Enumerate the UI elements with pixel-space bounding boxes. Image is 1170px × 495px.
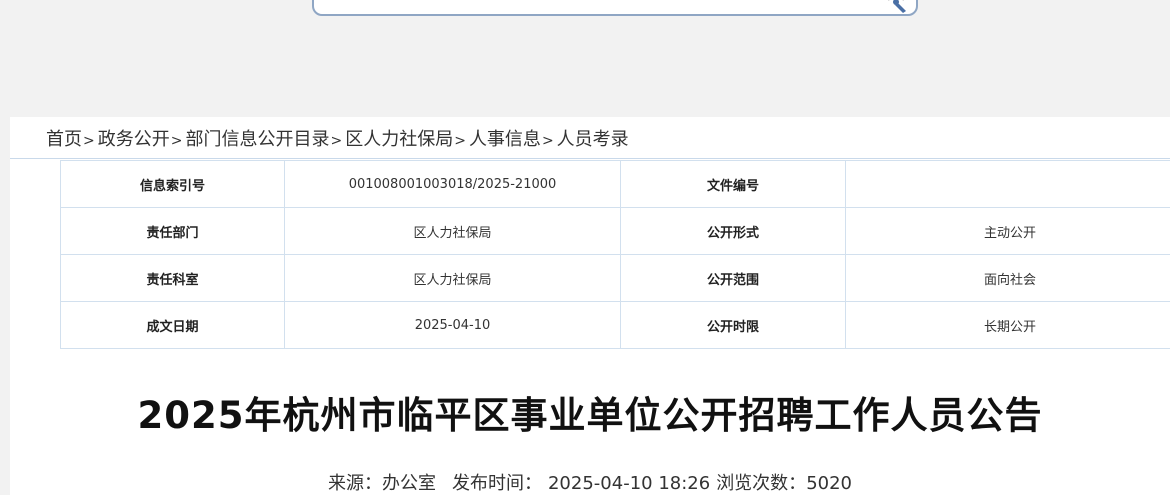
views-value: 5020 (806, 473, 852, 494)
index-value: 001008001003018/2025-21000 (284, 160, 621, 208)
breadcrumb-separator: > (83, 133, 95, 149)
publish-label: 发布时间： (451, 473, 542, 494)
breadcrumb-hr-bureau[interactable]: 区人力社保局 (345, 129, 453, 150)
docno-value (845, 160, 1170, 208)
index-label: 信息索引号 (60, 160, 285, 208)
form-value: 主动公开 (845, 207, 1170, 255)
source-label: 来源： (327, 473, 382, 494)
search-bar (312, 0, 918, 16)
table-row: 责任部门 区人力社保局 公开形式 主动公开 (60, 207, 1170, 255)
breadcrumb-dept-catalog[interactable]: 部门信息公开目录 (185, 129, 329, 150)
limit-value: 长期公开 (845, 301, 1170, 349)
search-input[interactable] (322, 0, 862, 12)
article-meta: 来源：办公室 发布时间： 2025-04-10 18:26 浏览次数：5020 (10, 469, 1170, 495)
publish-value: 2025-04-10 18:26 (547, 473, 711, 494)
source-value: 办公室 (381, 473, 436, 494)
breadcrumb-recruitment[interactable]: 人员考录 (557, 129, 629, 150)
breadcrumb-gov-open[interactable]: 政务公开 (98, 129, 170, 150)
content-panel: 首页> 政务公开> 部门信息公开目录> 区人力社保局> 人事信息> 人员考录 信息索引号 … (10, 117, 1170, 495)
scope-value: 面向社会 (845, 254, 1170, 302)
search-icon[interactable] (884, 0, 912, 14)
date-value: 2025-04-10 (284, 301, 621, 349)
breadcrumb-separator: > (454, 133, 466, 149)
info-table: 信息索引号 001008001003018/2025-21000 文件编号 责任… (60, 160, 1170, 349)
breadcrumb-separator: > (170, 133, 183, 149)
breadcrumb: 首页> 政务公开> 部门信息公开目录> 区人力社保局> 人事信息> 人员考录 (46, 125, 629, 151)
table-row: 成文日期 2025-04-10 公开时限 长期公开 (60, 301, 1170, 349)
dept-value: 区人力社保局 (284, 207, 621, 255)
dept-label: 责任部门 (60, 207, 285, 255)
scope-label: 公开范围 (620, 254, 846, 302)
date-label: 成文日期 (60, 301, 285, 349)
office-label: 责任科室 (60, 254, 285, 302)
breadcrumb-home[interactable]: 首页 (46, 129, 82, 150)
breadcrumb-separator: > (330, 133, 343, 149)
table-row: 责任科室 区人力社保局 公开范围 面向社会 (60, 254, 1170, 302)
article-title: 2025年杭州市临平区事业单位公开招聘工作人员公告 (137, 394, 1043, 437)
table-row: 信息索引号 001008001003018/2025-21000 文件编号 (60, 160, 1170, 208)
breadcrumb-separator: > (541, 133, 554, 149)
breadcrumb-divider (10, 158, 1170, 159)
views-label: 浏览次数： (716, 473, 807, 494)
docno-label: 文件编号 (620, 160, 846, 208)
breadcrumb-personnel-info[interactable]: 人事信息 (469, 129, 541, 150)
limit-label: 公开时限 (620, 301, 846, 349)
office-value: 区人力社保局 (284, 254, 621, 302)
form-label: 公开形式 (620, 207, 846, 255)
